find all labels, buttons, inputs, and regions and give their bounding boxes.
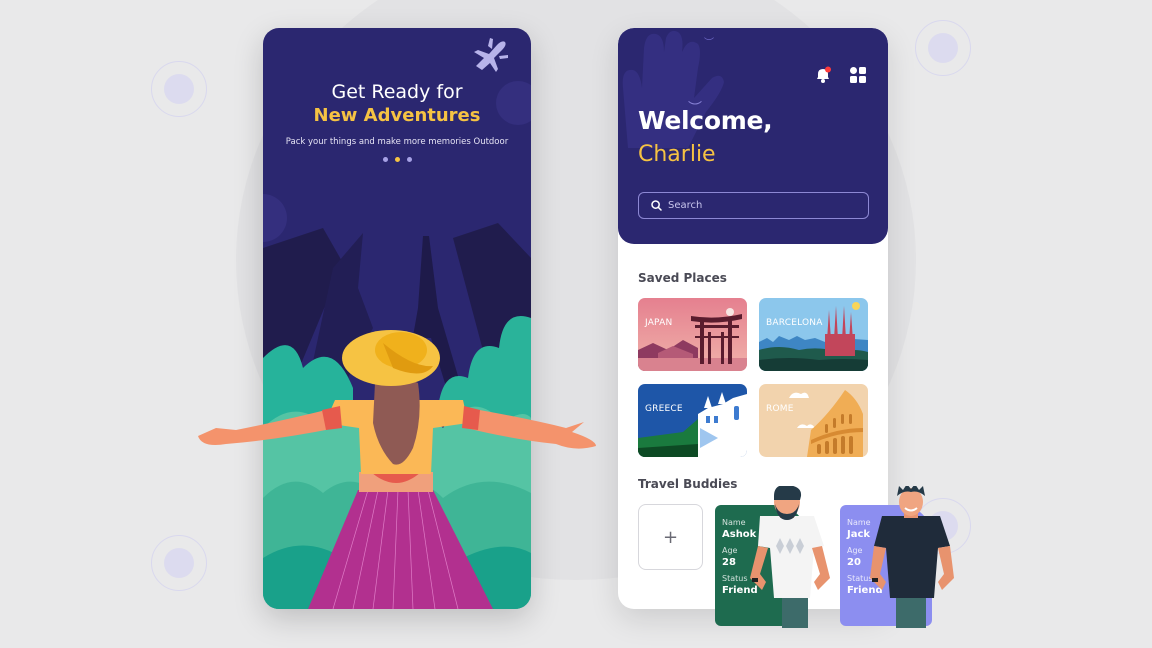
status-label: Status bbox=[722, 574, 748, 583]
grid-menu-icon[interactable] bbox=[849, 66, 867, 84]
onboarding-screen: Get Ready for New Adventures Pack your t… bbox=[263, 28, 531, 609]
search-icon bbox=[651, 200, 662, 211]
decorative-circle bbox=[151, 535, 207, 591]
name-label: Name bbox=[722, 518, 746, 527]
notification-badge bbox=[825, 66, 831, 73]
place-label: BARCELONA bbox=[766, 318, 823, 328]
decorative-circle bbox=[151, 61, 207, 117]
rome-illustration bbox=[759, 384, 868, 457]
onboarding-subtitle: Pack your things and make more memories … bbox=[285, 137, 509, 147]
plus-icon: + bbox=[662, 526, 679, 548]
place-card-rome[interactable]: ROME bbox=[759, 384, 868, 457]
onboarding-title: Get Ready for New Adventures bbox=[263, 80, 531, 128]
notification-bell-icon[interactable] bbox=[814, 66, 832, 84]
place-label: GREECE bbox=[645, 404, 683, 414]
airplane-icon bbox=[474, 38, 508, 72]
decorative-circle bbox=[915, 20, 971, 76]
search-input[interactable] bbox=[668, 200, 858, 211]
page-dot-active[interactable] bbox=[394, 157, 400, 162]
greece-illustration bbox=[638, 384, 747, 457]
user-name: Charlie bbox=[638, 142, 716, 167]
page-indicator bbox=[263, 157, 531, 162]
place-label: JAPAN bbox=[645, 318, 673, 328]
barcelona-illustration bbox=[759, 298, 868, 371]
status-label: Status bbox=[847, 574, 873, 583]
buddy-status: Friend bbox=[847, 585, 883, 596]
buddy-age: 20 bbox=[847, 557, 861, 568]
buddy-info: Name Jack Age 20 Status Friend bbox=[847, 518, 883, 602]
buddy-card-jack[interactable]: Name Jack Age 20 Status Friend bbox=[840, 505, 932, 626]
bird-icon: ︶ bbox=[704, 38, 714, 49]
add-buddy-button[interactable]: + bbox=[638, 504, 703, 570]
place-card-greece[interactable]: GREECE bbox=[638, 384, 747, 457]
saved-places-title: Saved Places bbox=[638, 271, 727, 285]
place-label: ROME bbox=[766, 404, 794, 414]
buddy-card-ashok[interactable]: Name Ashok Age 28 Status Friend bbox=[715, 505, 807, 626]
age-label: Age bbox=[847, 546, 863, 555]
name-label: Name bbox=[847, 518, 871, 527]
title-line-1: Get Ready for bbox=[331, 81, 463, 103]
home-header: ︶ ︶ Welcome, Charlie bbox=[618, 28, 888, 244]
japan-illustration bbox=[638, 298, 747, 371]
place-card-japan[interactable]: JAPAN bbox=[638, 298, 747, 371]
age-label: Age bbox=[722, 546, 738, 555]
search-bar[interactable] bbox=[638, 192, 869, 219]
page-dot[interactable] bbox=[406, 157, 412, 162]
title-line-2: New Adventures bbox=[313, 105, 481, 126]
welcome-heading: Welcome, bbox=[638, 106, 773, 135]
buddy-info: Name Ashok Age 28 Status Friend bbox=[722, 518, 758, 602]
place-card-barcelona[interactable]: BARCELONA bbox=[759, 298, 868, 371]
buddy-age: 28 bbox=[722, 557, 736, 568]
travel-buddies-title: Travel Buddies bbox=[638, 477, 738, 491]
page-dot[interactable] bbox=[382, 157, 388, 162]
buddy-status: Friend bbox=[722, 585, 758, 596]
buddy-name: Ashok bbox=[722, 529, 757, 540]
buddy-name: Jack bbox=[847, 529, 871, 540]
